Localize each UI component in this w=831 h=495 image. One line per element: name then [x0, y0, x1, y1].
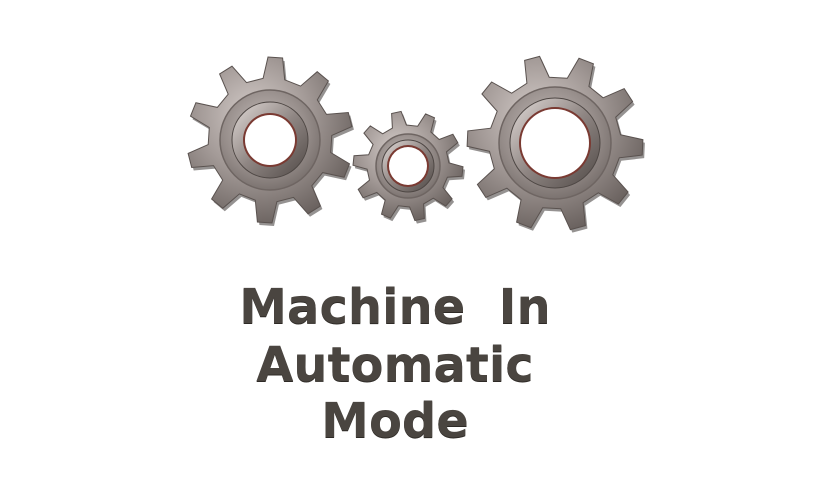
status-line-3: Mode — [321, 393, 469, 449]
status-line-1: Machine In — [239, 279, 551, 335]
gear-icon — [352, 110, 465, 224]
gears-illustration — [187, 55, 645, 233]
gear-icon — [187, 56, 354, 226]
machine-status-screen: Machine In Automatic Mode — [0, 0, 831, 495]
gear-icon — [466, 55, 645, 233]
status-line-2: Automatic — [256, 337, 534, 393]
